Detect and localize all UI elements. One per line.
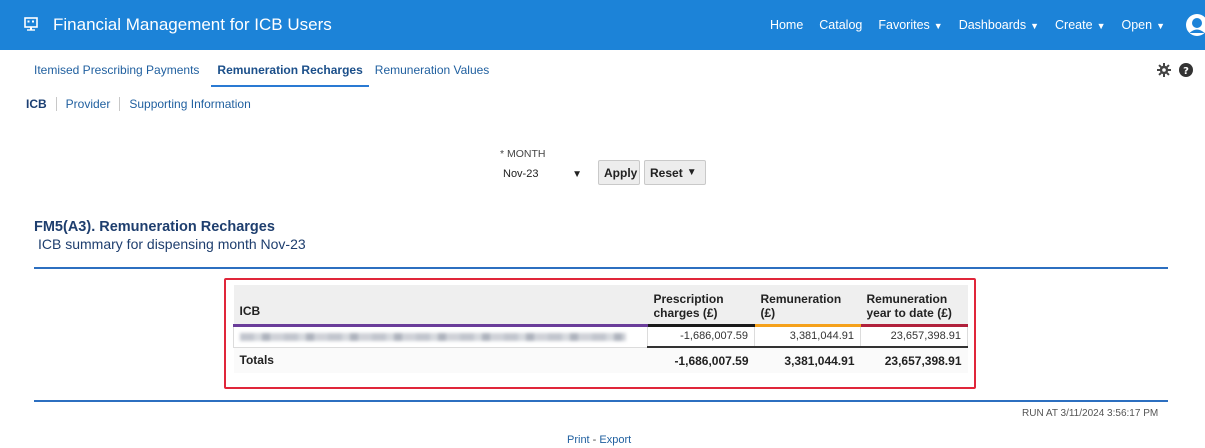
- month-select[interactable]: Nov-23 ▼: [500, 163, 586, 185]
- total-remuneration: 3,381,044.91: [754, 346, 861, 373]
- report-tabs: Itemised Prescribing Payments Remunerati…: [34, 63, 501, 87]
- section-divider-top: [34, 267, 1168, 269]
- cell-remuneration-ytd: 23,657,398.91: [860, 324, 968, 348]
- svg-text:?: ?: [1183, 66, 1189, 77]
- report-subtabs: ICB Provider Supporting Information: [26, 97, 260, 111]
- total-prescription-charges: -1,686,007.59: [647, 346, 755, 373]
- tab-itemised-prescribing-payments[interactable]: Itemised Prescribing Payments: [34, 63, 205, 87]
- nav-open-menu[interactable]: Open ▼: [1121, 18, 1165, 32]
- month-prompt-label: * MONTH: [500, 148, 546, 160]
- export-link[interactable]: Export: [599, 434, 631, 446]
- page-tools: ?: [1157, 63, 1193, 77]
- nav-catalog-link[interactable]: Catalog: [819, 18, 862, 32]
- dropdown-arrow-icon: ▼: [572, 168, 582, 180]
- totals-label: Totals: [233, 347, 648, 373]
- recharges-table: ICB Prescription charges (£) Remuneratio…: [233, 285, 968, 373]
- nav-favorites-menu[interactable]: Favorites ▼: [878, 18, 942, 32]
- cell-remuneration: 3,381,044.91: [754, 324, 861, 348]
- report-subtitle: ICB summary for dispensing month Nov-23: [38, 236, 306, 252]
- subtab-supporting-information[interactable]: Supporting Information: [119, 97, 259, 111]
- footer-links: Print - Export: [567, 434, 631, 446]
- apply-button[interactable]: Apply: [598, 160, 640, 185]
- chevron-down-icon: ▼: [686, 167, 697, 178]
- column-header-remuneration-ytd[interactable]: Remuneration year to date (£): [860, 285, 968, 327]
- tab-remuneration-recharges[interactable]: Remuneration Recharges: [211, 63, 369, 87]
- help-icon[interactable]: ?: [1179, 63, 1193, 77]
- nav-create-menu[interactable]: Create ▼: [1055, 18, 1105, 32]
- total-remuneration-ytd: 23,657,398.91: [860, 346, 968, 373]
- subtab-icb[interactable]: ICB: [26, 97, 56, 111]
- redacted-text: [240, 332, 626, 341]
- chevron-down-icon: ▼: [933, 21, 943, 31]
- column-header-prescription-charges[interactable]: Prescription charges (£): [647, 285, 755, 327]
- cell-prescription-charges: -1,686,007.59: [647, 324, 755, 348]
- chevron-down-icon: ▼: [1030, 21, 1040, 31]
- subtab-provider[interactable]: Provider: [55, 97, 120, 111]
- reset-button-label: Reset: [650, 165, 683, 180]
- link-separator: -: [589, 434, 600, 446]
- chevron-down-icon: ▼: [1096, 21, 1106, 31]
- run-timestamp: RUN AT 3/11/2024 3:56:17 PM: [1022, 408, 1159, 419]
- print-link[interactable]: Print: [567, 434, 590, 446]
- month-select-value: Nov-23: [503, 168, 539, 180]
- totals-row: Totals -1,686,007.59 3,381,044.91 23,657…: [233, 346, 968, 373]
- nav-dashboards-menu[interactable]: Dashboards ▼: [959, 18, 1039, 32]
- reset-button[interactable]: Reset ▼: [644, 160, 706, 185]
- table-row: -1,686,007.59 3,381,044.91 23,657,398.91: [233, 324, 968, 348]
- report-title: FM5(A3). Remuneration Recharges: [34, 219, 275, 235]
- app-dashboard-icon: [24, 17, 38, 31]
- gear-icon[interactable]: [1157, 63, 1171, 77]
- column-header-remuneration[interactable]: Remuneration (£): [754, 285, 861, 327]
- table-header-row: ICB Prescription charges (£) Remuneratio…: [233, 285, 968, 327]
- tab-remuneration-values[interactable]: Remuneration Values: [375, 63, 496, 87]
- app-title: Financial Management for ICB Users: [53, 15, 332, 34]
- header-bar: Financial Management for ICB Users Home …: [0, 0, 1205, 50]
- nav-home-link[interactable]: Home: [770, 18, 803, 32]
- column-header-icb[interactable]: ICB: [233, 285, 648, 327]
- cell-icb-name: [233, 324, 648, 348]
- user-avatar-icon[interactable]: [1186, 14, 1205, 36]
- top-navigation: Home Catalog Favorites ▼ Dashboards ▼ Crea…: [770, 18, 1165, 32]
- chevron-down-icon: ▼: [1156, 21, 1165, 31]
- section-divider-bottom: [34, 400, 1168, 402]
